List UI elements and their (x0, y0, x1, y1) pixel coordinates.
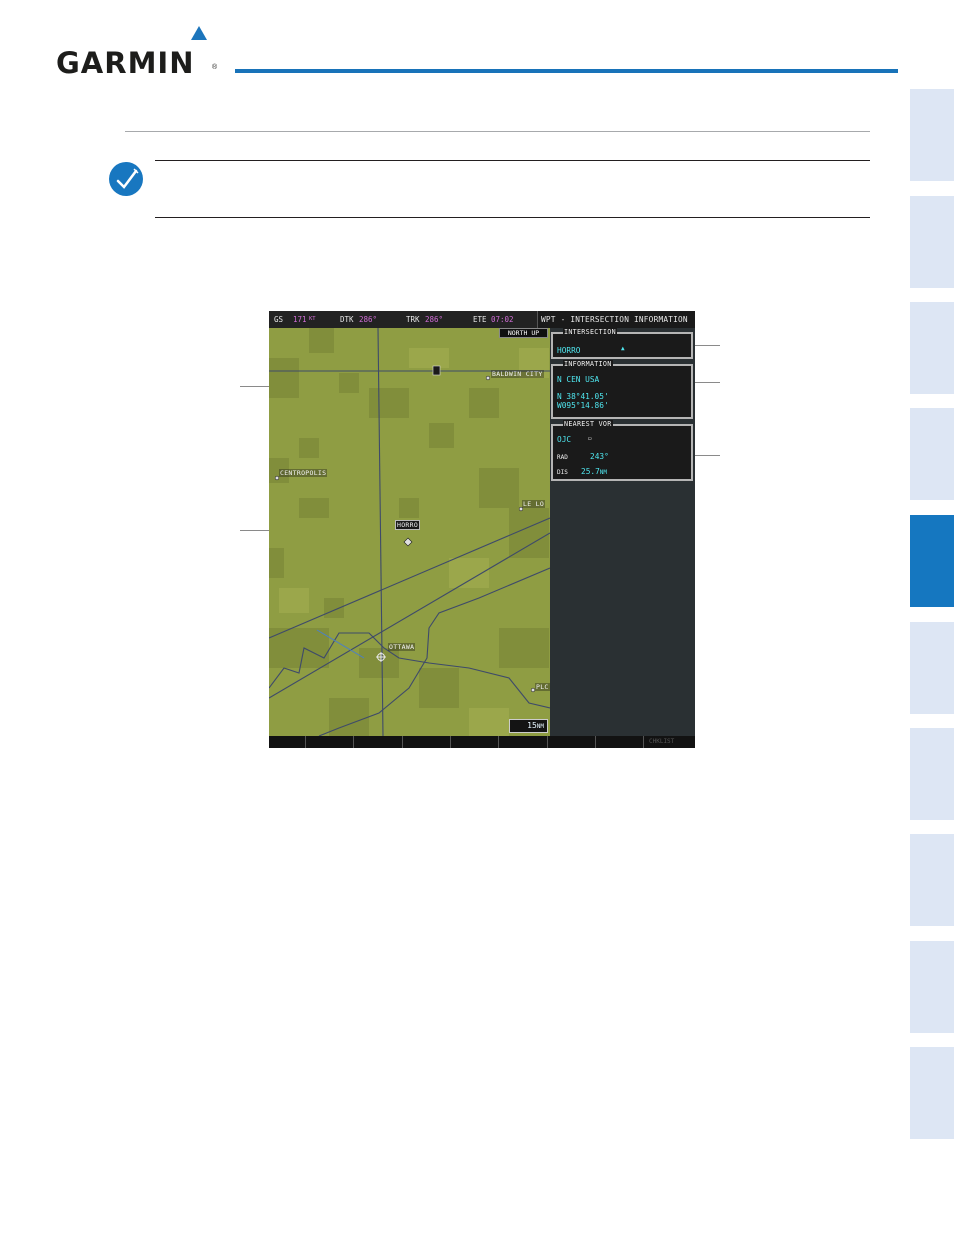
gs-value: 171 (293, 315, 307, 324)
rad-value: 243° (590, 452, 609, 461)
garmin-logo: GARMIN ® (56, 26, 221, 80)
intersection-title: INTERSECTION (563, 328, 617, 336)
softkey[interactable] (499, 736, 548, 748)
information-latitude: N 38°41.05' (557, 392, 609, 401)
nearest-vor-box: NEAREST VOR OJC ▭ RAD 243° DIS 25.7NM (551, 420, 693, 481)
softkey[interactable] (548, 736, 596, 748)
information-box: INFORMATION N CEN USA N 38°41.05' W095°1… (551, 360, 693, 419)
map-range[interactable]: 15NM (509, 719, 548, 733)
dtk-label: DTK (340, 315, 354, 324)
section-tab[interactable] (910, 302, 954, 394)
section-tab[interactable] (910, 408, 954, 500)
mfd-display: GS 171 KT DTK 286° TRK 286° ETE 07:02 WP… (269, 311, 695, 748)
nearest-vor-identifier[interactable]: OJC (557, 435, 571, 444)
map-label-horro[interactable]: HORRO (395, 520, 421, 530)
nearest-vor-title: NEAREST VOR (563, 420, 613, 428)
callout-line-nearest-vor (695, 455, 720, 456)
map-label-baldwin-city: BALDWIN CITY (491, 370, 544, 378)
vor-symbol-icon: ▭ (588, 435, 592, 442)
section-tab[interactable] (910, 196, 954, 288)
dis-value: 25.7NM (581, 467, 608, 476)
note-icon (109, 162, 143, 196)
section-tab[interactable] (910, 728, 954, 820)
logo-wordmark: GARMIN (56, 46, 195, 80)
information-longitude: W095°14.86' (557, 401, 609, 410)
section-tab[interactable] (910, 1047, 954, 1139)
softkey[interactable] (596, 736, 644, 748)
softkey-bar: CHKLIST (269, 736, 695, 748)
ete-value: 07:02 (491, 315, 514, 324)
trk-label: TRK (406, 315, 420, 324)
section-tab[interactable] (910, 89, 954, 181)
gs-label: GS (274, 315, 284, 324)
ete-label: ETE (473, 315, 487, 324)
information-region: N CEN USA (557, 375, 600, 384)
logo-triangle-icon (191, 26, 207, 40)
softkey-checklist[interactable]: CHKLIST (649, 738, 674, 745)
section-tab[interactable] (910, 622, 954, 714)
trk-value: 286° (425, 315, 444, 324)
map-label-ottawa: OTTAWA (388, 643, 416, 651)
section-tab-active[interactable] (910, 515, 954, 607)
map-orientation[interactable]: NORTH UP (499, 328, 548, 338)
header-rule (235, 69, 898, 73)
map-label-le-loup: LE LO (522, 500, 546, 508)
registered-mark: ® (212, 64, 218, 71)
section-tab[interactable] (910, 834, 954, 926)
section-tab[interactable] (910, 941, 954, 1033)
navigation-map[interactable]: NORTH UP BALDWIN CITY CENTROPOLIS LE LO … (269, 328, 550, 736)
intersection-identifier[interactable]: HORRO (557, 346, 580, 355)
map-label-pl: PLC (535, 683, 550, 691)
dtk-value: 286° (359, 315, 378, 324)
softkey[interactable] (451, 736, 499, 748)
intersection-marker-icon: ▲ (621, 345, 625, 352)
map-label-centropolis: CENTROPOLIS (279, 469, 328, 477)
callout-line-intersection (695, 345, 720, 346)
note-top-rule (155, 160, 870, 161)
page-title: WPT - INTERSECTION INFORMATION (537, 311, 695, 328)
intersection-box[interactable]: INTERSECTION HORRO ▲ (551, 328, 693, 359)
rad-label: RAD (557, 454, 568, 461)
softkey[interactable] (269, 736, 306, 748)
information-title: INFORMATION (563, 360, 613, 368)
waypoint-info-panel: INTERSECTION HORRO ▲ INFORMATION N CEN U… (550, 328, 695, 736)
dis-label: DIS (557, 469, 568, 476)
softkey[interactable] (306, 736, 354, 748)
map-terrain (269, 328, 550, 736)
softkey[interactable] (354, 736, 403, 748)
note-bottom-rule (155, 217, 870, 218)
callout-line-information (695, 382, 720, 383)
section-divider (125, 131, 870, 132)
softkey[interactable] (403, 736, 451, 748)
gs-unit: KT (309, 316, 316, 322)
